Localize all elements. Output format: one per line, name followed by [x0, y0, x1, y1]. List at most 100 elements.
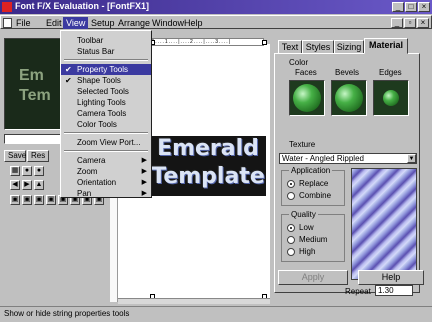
menu-toolbar[interactable]: Toolbar: [61, 35, 151, 46]
menu-label: Status Bar: [77, 47, 115, 56]
menu-file[interactable]: File: [13, 17, 34, 29]
save-button[interactable]: Save: [4, 150, 26, 162]
low-radio[interactable]: [287, 224, 295, 232]
preview-line-2: Tem: [19, 87, 51, 104]
window-controls: _ □ ×: [392, 2, 430, 12]
preview-pane: Em Tem: [4, 38, 66, 130]
menu-view[interactable]: View: [63, 17, 89, 29]
tab-sizing[interactable]: Sizing: [334, 40, 364, 54]
menu-label: Camera Tools: [77, 109, 127, 118]
reset-button[interactable]: Res: [27, 150, 49, 162]
menu-label: Camera: [77, 156, 106, 165]
sphere-icon[interactable]: ●: [22, 166, 32, 176]
high-label: High: [299, 247, 316, 256]
menu-shape-tools[interactable]: ✔ Shape Tools: [61, 75, 151, 86]
menu-label: Zoom View Port...: [77, 138, 141, 147]
menu-label: Orientation: [77, 178, 117, 187]
application-label: Application: [289, 166, 333, 175]
menu-separator: [64, 150, 148, 152]
menu-pan[interactable]: Pan ▶: [61, 188, 151, 199]
menu-color-tools[interactable]: Color Tools: [61, 119, 151, 130]
replace-label: Replace: [299, 179, 329, 188]
text-canvas[interactable]: Emerald Template: [150, 136, 266, 196]
color-label: Color: [289, 58, 309, 67]
application-group: [281, 170, 345, 206]
doc-minimize-icon[interactable]: _: [391, 18, 403, 28]
tool-icon[interactable]: ▣: [10, 195, 20, 205]
chevron-down-icon[interactable]: ▼: [407, 154, 416, 163]
tab-text[interactable]: Text: [278, 40, 302, 54]
resize-handle[interactable]: [262, 40, 267, 45]
document-icon[interactable]: [3, 18, 12, 28]
menu-help[interactable]: Help: [181, 17, 206, 29]
menu-camera-tools[interactable]: Camera Tools: [61, 108, 151, 119]
close-icon[interactable]: ×: [418, 2, 430, 12]
menu-label: Color Tools: [77, 120, 117, 129]
string-input[interactable]: [4, 134, 66, 144]
sphere-icon: [293, 84, 321, 112]
submenu-arrow-icon: ▶: [141, 157, 147, 164]
menu-camera[interactable]: Camera ▶: [61, 155, 151, 166]
replace-radio[interactable]: [287, 180, 295, 188]
horizontal-scrollbar[interactable]: [118, 298, 270, 304]
tab-styles[interactable]: Styles: [302, 40, 334, 54]
menu-orientation[interactable]: Orientation ▶: [61, 177, 151, 188]
canvas-line-1: Emerald: [157, 136, 259, 161]
arrow-up-icon[interactable]: ▲: [34, 180, 44, 190]
doc-restore-icon[interactable]: ▫: [404, 18, 416, 28]
menu-lighting-tools[interactable]: Lighting Tools: [61, 97, 151, 108]
grid-icon[interactable]: ▦: [10, 166, 20, 176]
sphere-icon: [335, 84, 363, 112]
maximize-icon[interactable]: □: [405, 2, 417, 12]
menu-zoom-view-port[interactable]: Zoom View Port...: [61, 137, 151, 148]
bevels-label: Bevels: [335, 68, 360, 77]
menu-separator: [64, 132, 148, 134]
menu-label: Toolbar: [77, 36, 104, 45]
menu-arrange[interactable]: Arrange: [115, 17, 153, 29]
title-bar: Font F/X Evaluation - [FontFX1] _ □ ×: [0, 0, 432, 14]
menu-label: Shape Tools: [77, 76, 121, 85]
high-radio[interactable]: [287, 248, 295, 256]
minimize-icon[interactable]: _: [392, 2, 404, 12]
sphere-icon[interactable]: ●: [34, 166, 44, 176]
menu-bar: File Edit View Setup Arrange Window Help…: [0, 15, 432, 29]
check-icon: ✔: [65, 76, 72, 85]
faces-swatch[interactable]: [289, 80, 325, 116]
menu-property-tools[interactable]: ✔ Property Tools: [61, 64, 151, 75]
combine-radio[interactable]: [287, 192, 295, 200]
doc-close-icon[interactable]: ×: [417, 18, 429, 28]
tool-icon[interactable]: ▣: [46, 195, 56, 205]
texture-dropdown[interactable]: Water - Angled Rippled ▼: [279, 153, 417, 164]
menu-label: Lighting Tools: [77, 98, 126, 107]
menu-zoom[interactable]: Zoom ▶: [61, 166, 151, 177]
bevels-swatch[interactable]: [331, 80, 367, 116]
menu-label: Selected Tools: [77, 87, 129, 96]
edges-swatch[interactable]: [373, 80, 409, 116]
tool-icon[interactable]: ▣: [34, 195, 44, 205]
sphere-icon: [383, 90, 399, 106]
combine-label: Combine: [299, 191, 332, 200]
preview-line-1: Em: [19, 67, 44, 84]
menu-edit[interactable]: Edit: [43, 17, 65, 29]
menu-label: Pan: [77, 189, 92, 198]
status-text: Show or hide string properties tools: [4, 309, 130, 318]
arrow-right-icon[interactable]: ▶: [22, 180, 32, 190]
canvas-line-2: Template: [151, 164, 265, 189]
menu-label: Property Tools: [77, 65, 128, 74]
document-controls: _ ▫ ×: [391, 18, 429, 28]
repeat-input[interactable]: 1.30: [375, 285, 413, 296]
menu-setup[interactable]: Setup: [88, 17, 118, 29]
tab-material[interactable]: Material: [364, 38, 408, 54]
window-title: Font F/X Evaluation - [FontFX1]: [15, 1, 149, 11]
menu-status-bar[interactable]: Status Bar: [61, 46, 151, 57]
medium-radio[interactable]: [287, 236, 295, 244]
repeat-label: Repeat: [345, 287, 371, 296]
apply-button[interactable]: Apply: [278, 270, 348, 285]
tool-icon[interactable]: ▣: [22, 195, 32, 205]
help-button[interactable]: Help: [358, 270, 424, 285]
menu-selected-tools[interactable]: Selected Tools: [61, 86, 151, 97]
submenu-arrow-icon: ▶: [141, 190, 147, 197]
app-icon[interactable]: [2, 2, 12, 12]
faces-label: Faces: [295, 68, 317, 77]
arrow-left-icon[interactable]: ◀: [10, 180, 20, 190]
